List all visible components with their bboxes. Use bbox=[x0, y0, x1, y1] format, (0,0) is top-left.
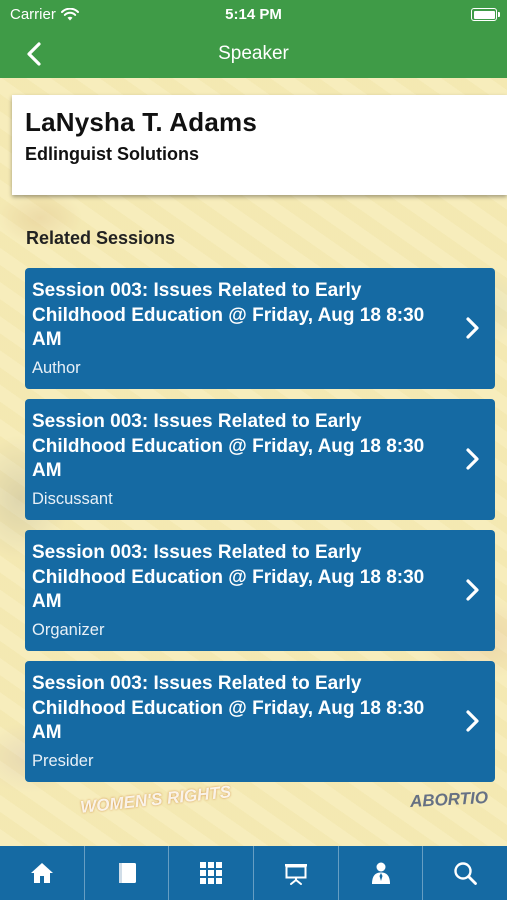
status-time: 5:14 PM bbox=[225, 6, 282, 23]
chevron-right-icon bbox=[466, 448, 479, 470]
presentation-icon bbox=[284, 864, 307, 885]
tab-presentation[interactable] bbox=[254, 846, 339, 900]
session-title: Session 003: Issues Related to Early Chi… bbox=[32, 280, 425, 350]
session-card[interactable]: Session 003: Issues Related to Early Chi… bbox=[25, 268, 495, 389]
page-title: Speaker bbox=[218, 43, 289, 64]
tab-search[interactable] bbox=[423, 846, 507, 900]
tab-grid[interactable] bbox=[169, 846, 255, 900]
session-card[interactable]: Session 003: Issues Related to Early Chi… bbox=[25, 661, 495, 782]
session-role: Organizer bbox=[32, 620, 105, 639]
battery-icon bbox=[471, 8, 500, 21]
chevron-right-icon bbox=[466, 710, 479, 732]
home-icon bbox=[30, 863, 53, 883]
session-title: Session 003: Issues Related to Early Chi… bbox=[32, 673, 425, 743]
session-title: Session 003: Issues Related to Early Chi… bbox=[32, 542, 425, 612]
person-icon bbox=[371, 862, 390, 884]
speaker-card: LaNysha T. Adams Edlinguist Solutions bbox=[12, 95, 507, 195]
chevron-right-icon bbox=[466, 317, 479, 339]
tab-home[interactable] bbox=[0, 846, 85, 900]
tab-book[interactable] bbox=[85, 846, 170, 900]
session-list: Session 003: Issues Related to Early Chi… bbox=[25, 268, 495, 792]
session-title: Session 003: Issues Related to Early Chi… bbox=[32, 411, 425, 481]
search-icon bbox=[454, 862, 478, 885]
grid-icon bbox=[200, 862, 223, 884]
speaker-name: LaNysha T. Adams bbox=[25, 107, 257, 137]
session-card[interactable]: Session 003: Issues Related to Early Chi… bbox=[25, 399, 495, 520]
session-card[interactable]: Session 003: Issues Related to Early Chi… bbox=[25, 530, 495, 651]
session-role: Author bbox=[32, 358, 81, 377]
chevron-right-icon bbox=[466, 579, 479, 601]
tab-people[interactable] bbox=[339, 846, 424, 900]
navigation-bar: Speaker bbox=[0, 30, 507, 78]
book-icon bbox=[118, 863, 136, 883]
session-role: Presider bbox=[32, 751, 94, 770]
speaker-organization: Edlinguist Solutions bbox=[25, 144, 199, 164]
status-bar: Carrier 5:14 PM bbox=[0, 0, 507, 30]
related-sessions-heading: Related Sessions bbox=[26, 228, 176, 248]
tab-bar bbox=[0, 846, 507, 900]
session-role: Discussant bbox=[32, 489, 113, 508]
